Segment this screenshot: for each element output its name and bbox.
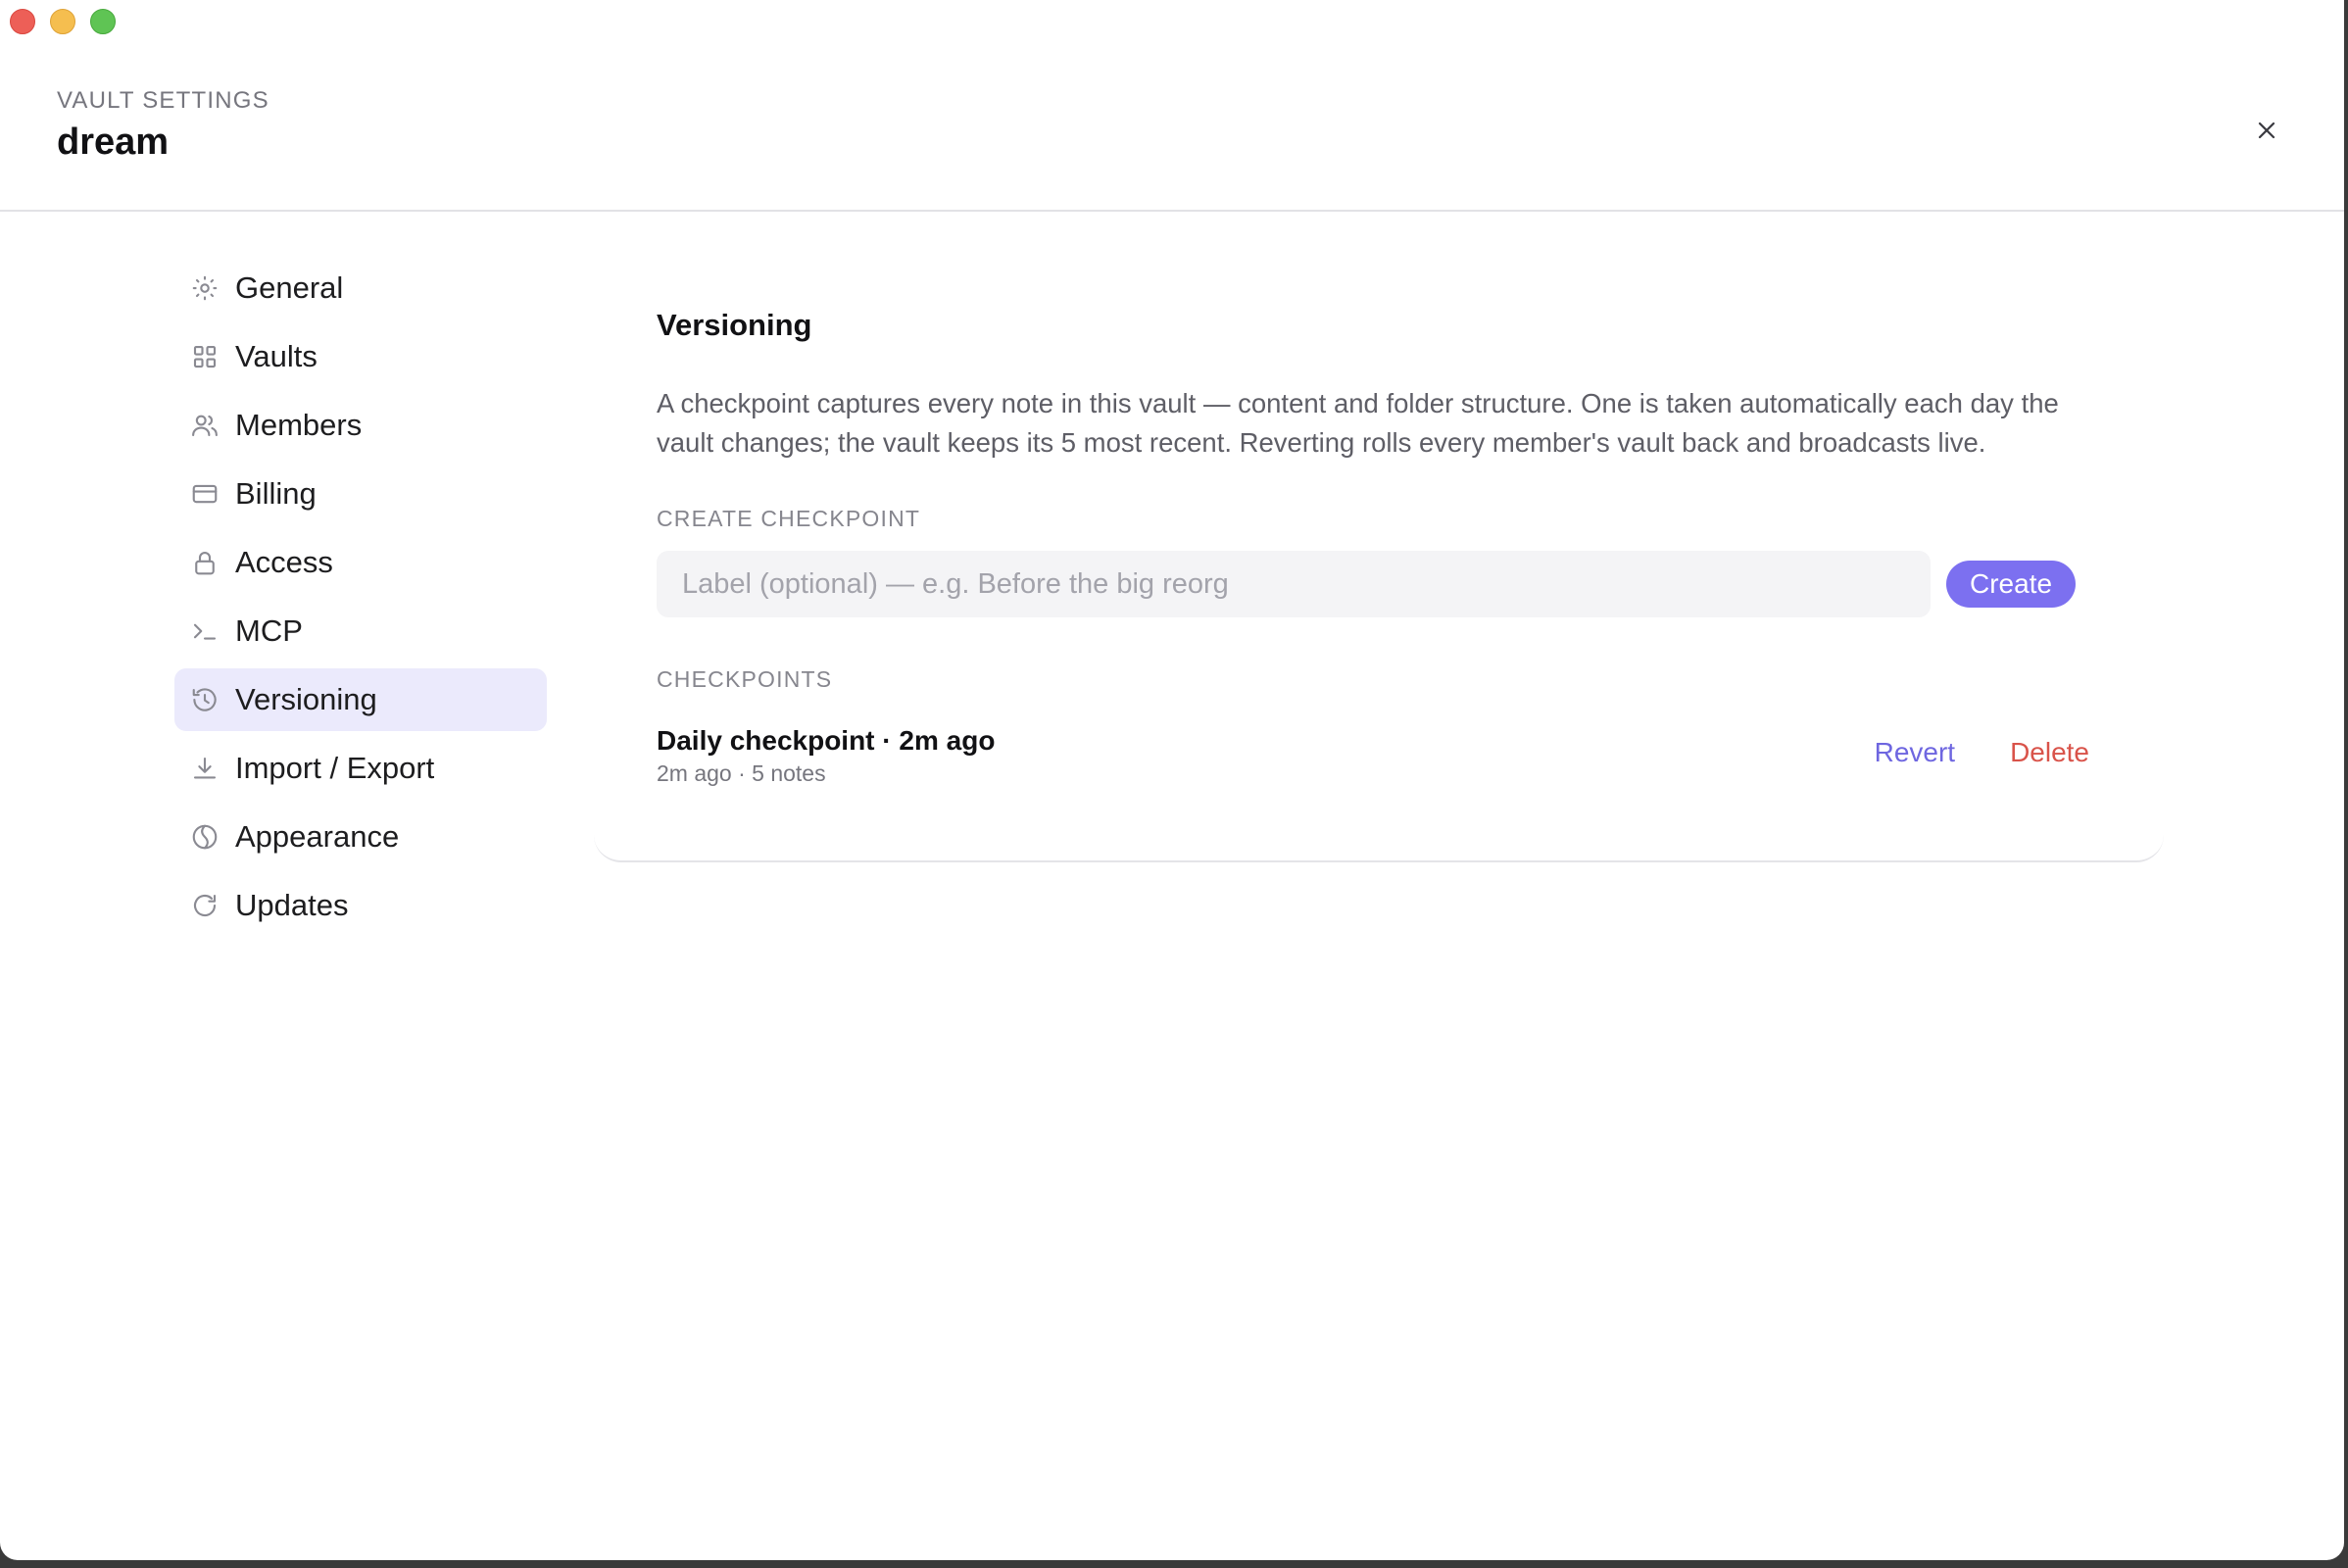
sidebar-item-billing[interactable]: Billing (174, 463, 547, 525)
sidebar-item-import-export[interactable]: Import / Export (174, 737, 547, 800)
sidebar-item-label: General (235, 270, 344, 305)
close-icon (2258, 122, 2275, 139)
header-eyebrow: VAULT SETTINGS (57, 87, 269, 114)
versioning-description: A checkpoint captures every note in this… (657, 388, 2059, 458)
sidebar-item-members[interactable]: Members (174, 394, 547, 457)
vault-name: dream (57, 122, 170, 163)
create-checkpoint-form: Create (657, 551, 2107, 617)
checkpoint-title: Daily checkpoint · 2m ago (657, 725, 996, 756)
sidebar-item-label: Versioning (235, 682, 377, 716)
card-icon (190, 479, 220, 509)
settings-header: VAULT SETTINGS dream (0, 0, 2344, 212)
sidebar-item-label: Appearance (235, 819, 400, 854)
revert-button[interactable]: Revert (1875, 737, 1955, 768)
settings-window: VAULT SETTINGS dream General Vaults Memb… (0, 0, 2344, 1560)
create-checkpoint-heading: CREATE CHECKPOINT (657, 506, 921, 531)
lock-icon (190, 548, 220, 577)
sidebar-item-label: Billing (235, 476, 317, 511)
versioning-panel: Versioning A checkpoint captures every n… (594, 257, 2164, 862)
history-icon (190, 685, 220, 714)
checkpoint-label-input[interactable] (657, 551, 1931, 617)
users-icon (190, 411, 220, 440)
sidebar-item-label: MCP (235, 613, 303, 648)
checkpoints-heading: CHECKPOINTS (657, 666, 833, 692)
terminal-icon (190, 616, 220, 646)
download-icon (190, 754, 220, 783)
sidebar-item-label: Members (235, 408, 363, 442)
checkpoint-list-item: Daily checkpoint · 2m ago 2m ago · 5 not… (657, 723, 2107, 792)
sidebar-item-label: Access (235, 545, 333, 579)
sidebar-item-updates[interactable]: Updates (174, 874, 547, 937)
sidebar-item-access[interactable]: Access (174, 531, 547, 594)
settings-sidebar: General Vaults Members Billing Access MC… (174, 257, 547, 943)
grid-icon (190, 342, 220, 371)
checkpoint-meta: 2m ago · 5 notes (657, 760, 826, 786)
sidebar-item-general[interactable]: General (174, 257, 547, 319)
sidebar-item-mcp[interactable]: MCP (174, 600, 547, 662)
sidebar-item-label: Import / Export (235, 751, 435, 785)
sidebar-item-label: Vaults (235, 339, 318, 373)
appearance-icon (190, 822, 220, 852)
sidebar-item-label: Updates (235, 888, 349, 922)
sidebar-item-versioning[interactable]: Versioning (174, 668, 547, 731)
delete-button[interactable]: Delete (2010, 737, 2089, 768)
create-checkpoint-button[interactable]: Create (1946, 561, 2077, 608)
refresh-icon (190, 891, 220, 920)
page-title: Versioning (657, 308, 812, 342)
sidebar-item-appearance[interactable]: Appearance (174, 806, 547, 868)
sun-icon (190, 273, 220, 303)
checkpoint-actions: Revert Delete (1875, 737, 2089, 768)
close-button[interactable] (2250, 114, 2283, 147)
sidebar-item-vaults[interactable]: Vaults (174, 325, 547, 388)
